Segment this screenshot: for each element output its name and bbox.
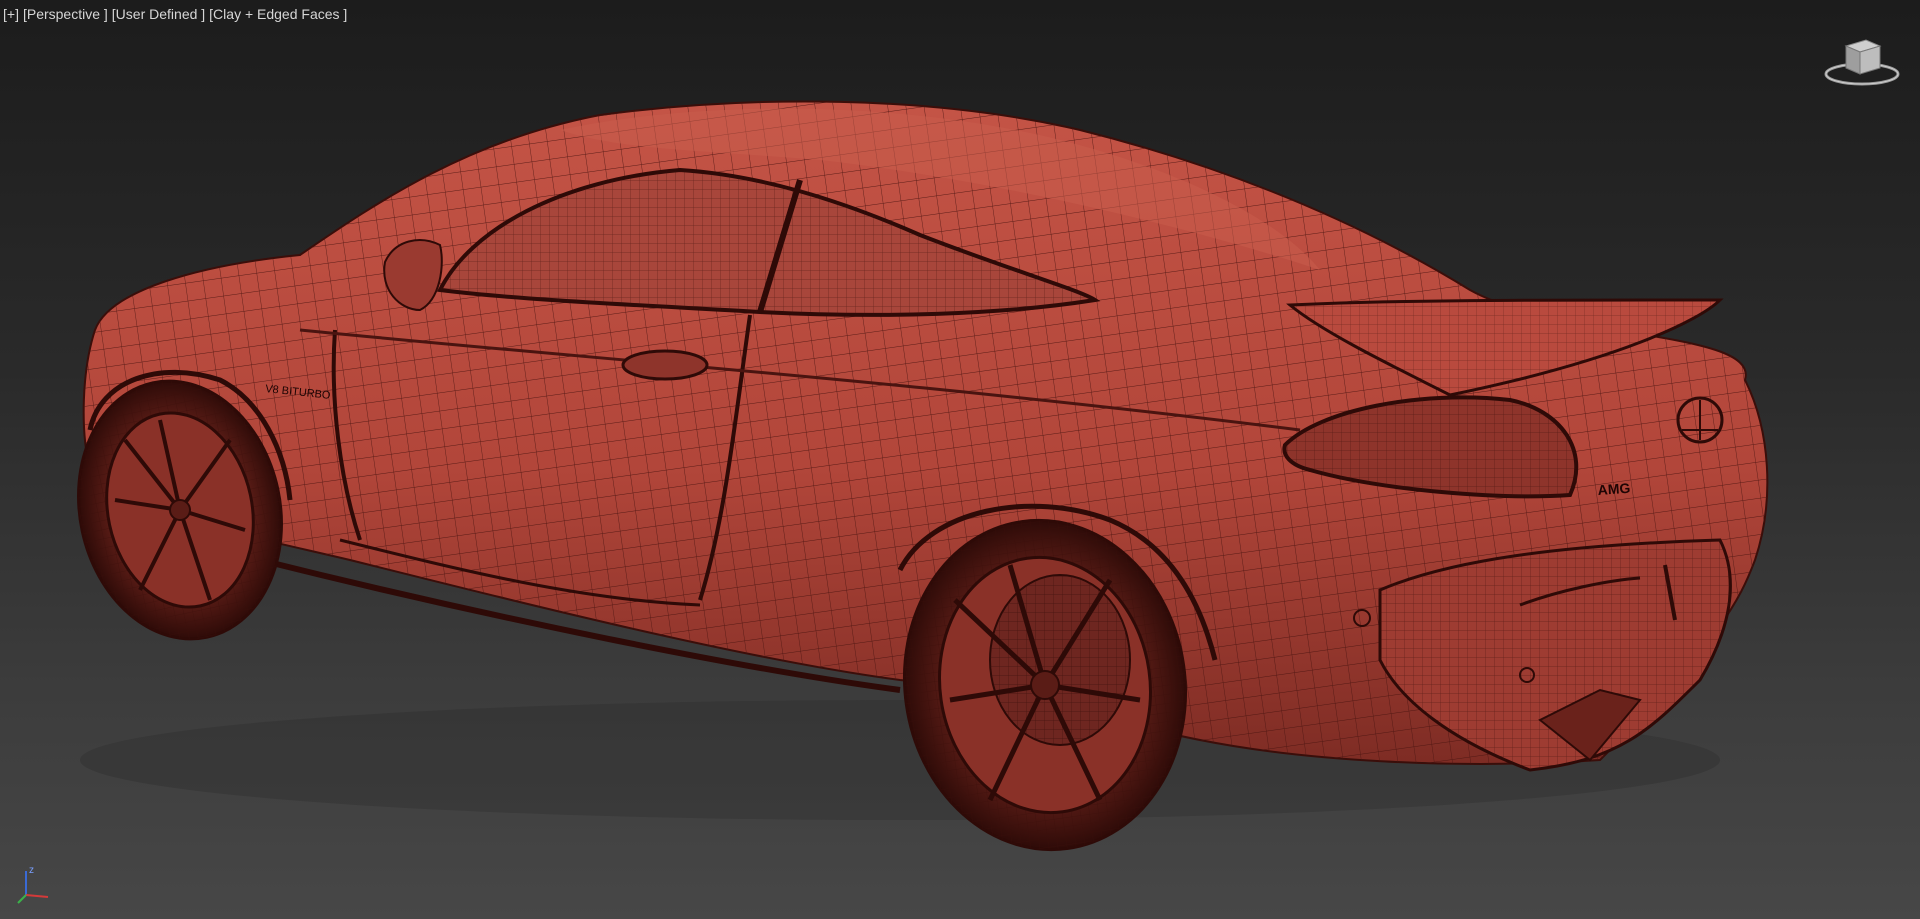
x-axis-icon — [25, 894, 49, 898]
viewcube[interactable] — [1822, 34, 1902, 89]
rear-badge-text: AMG — [1597, 480, 1631, 498]
axis-tripod: z — [17, 865, 49, 904]
car-model[interactable]: V8 BITURBO AMG — [0, 0, 1920, 919]
z-axis-label: z — [29, 865, 34, 876]
y-axis-icon — [17, 894, 27, 904]
3d-viewport[interactable]: [+] [Perspective ] [User Defined ] [Clay… — [0, 0, 1920, 919]
